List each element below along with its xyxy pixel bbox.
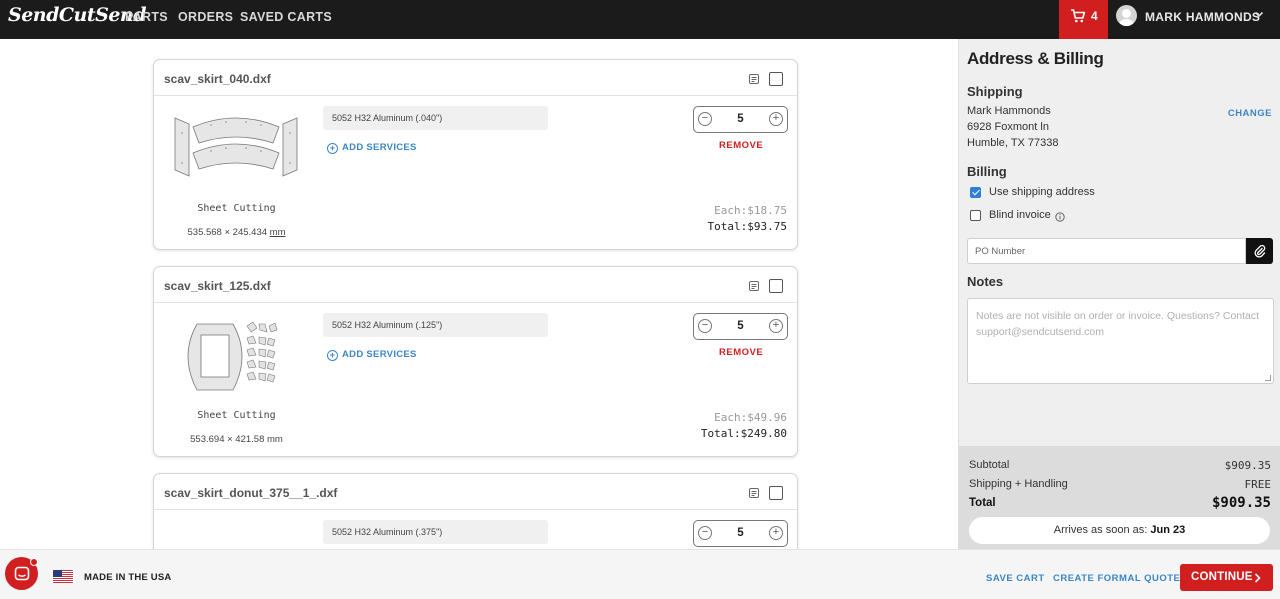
plus-circle-icon: + [327, 350, 338, 361]
billing-heading: Billing [967, 164, 1007, 179]
use-shipping-address-label[interactable]: Use shipping address [989, 186, 1095, 198]
address-name: Mark Hammonds [967, 105, 1051, 117]
add-services-button[interactable]: + ADD SERVICES [327, 349, 417, 361]
shipping-label: Shipping + Handling [969, 478, 1068, 490]
continue-label: CONTINUE [1191, 571, 1253, 583]
nav-saved-carts[interactable]: SAVED CARTS [240, 10, 332, 24]
quantity-stepper[interactable]: − 5 + [693, 520, 788, 547]
change-address-link[interactable]: CHANGE [1228, 108, 1272, 119]
subtotal-label: Subtotal [969, 459, 1010, 471]
divider [154, 95, 797, 96]
process-label: Sheet Cutting [197, 410, 276, 421]
part-preview-image[interactable] [171, 113, 301, 188]
cart-icon [1071, 9, 1086, 23]
avatar[interactable] [1116, 5, 1137, 26]
remove-button[interactable]: REMOVE [719, 347, 763, 358]
price-each: Each:$18.75 [714, 204, 787, 217]
part-filename[interactable]: scav_skirt_donut_375__1_.dxf [164, 486, 337, 500]
cart-button[interactable]: 4 [1059, 0, 1108, 39]
unit-toggle[interactable]: mm [270, 227, 286, 238]
material-select[interactable]: 5052 H32 Aluminum (.040") [323, 106, 548, 130]
document-icon[interactable] [748, 280, 760, 292]
nav-parts[interactable]: PARTS [125, 10, 168, 24]
top-navbar: SendCutSend PARTS ORDERS SAVED CARTS 4 M… [0, 0, 1280, 39]
total-label: Total [969, 497, 996, 509]
remove-button[interactable]: REMOVE [719, 140, 763, 151]
cart-item-card: scav_skirt_125.dxf Sheet Cutting 553.694… [153, 266, 798, 457]
add-services-label: ADD SERVICES [342, 142, 417, 153]
process-label: Sheet Cutting [197, 203, 276, 214]
increase-quantity-button[interactable]: + [769, 112, 783, 126]
us-flag-icon [53, 570, 73, 583]
quantity-stepper[interactable]: − 5 + [693, 106, 788, 133]
select-part-checkbox[interactable] [769, 279, 783, 293]
part-dimensions: 535.568 × 245.434 mm [154, 227, 319, 238]
select-part-checkbox[interactable] [769, 72, 783, 86]
subtotal-value: $909.35 [1224, 459, 1271, 472]
notes-placeholder: Notes are not visible on order or invoic… [976, 310, 1260, 338]
cart-count-badge: 4 [1091, 9, 1098, 23]
increase-quantity-button[interactable]: + [769, 526, 783, 540]
subtotal-row: Subtotal $909.35 [969, 459, 1271, 472]
increase-quantity-button[interactable]: + [769, 319, 783, 333]
address-billing-panel: Address & Billing Shipping Mark Hammonds… [958, 39, 1280, 549]
material-select[interactable]: 5052 H32 Aluminum (.125") [323, 313, 548, 337]
chat-icon [14, 566, 30, 581]
use-shipping-address-checkbox[interactable] [970, 187, 981, 198]
arrives-label: Arrives as soon as: [1053, 524, 1148, 536]
price-total: Total:$249.80 [700, 427, 787, 440]
blind-invoice-label[interactable]: Blind invoice [989, 209, 1051, 221]
part-filename[interactable]: scav_skirt_125.dxf [164, 279, 271, 293]
divider [154, 302, 797, 303]
user-menu-label[interactable]: MARK HAMMONDS [1145, 10, 1260, 24]
notes-heading: Notes [967, 274, 1004, 289]
order-summary: Subtotal $909.35 Shipping + Handling FRE… [959, 446, 1280, 549]
part-filename[interactable]: scav_skirt_040.dxf [164, 72, 271, 86]
chevron-right-icon [1254, 573, 1261, 583]
shipping-row: Shipping + Handling FREE [969, 478, 1272, 491]
total-value: $909.35 [1211, 495, 1271, 511]
dimension-values: 535.568 × 245.434 [187, 227, 268, 238]
arrival-estimate: Arrives as soon as: Jun 23 [969, 517, 1270, 544]
create-formal-quote-link[interactable]: CREATE FORMAL QUOTE [1053, 573, 1180, 584]
part-dimensions: 553.694 × 421.58 mm [190, 434, 283, 445]
po-number-input[interactable]: PO Number [967, 238, 1246, 264]
shipping-heading: Shipping [967, 84, 1023, 99]
paperclip-icon [1254, 244, 1266, 258]
document-icon[interactable] [748, 73, 760, 85]
select-part-checkbox[interactable] [769, 486, 783, 500]
total-row: Total $909.35 [969, 495, 1271, 511]
panel-title: Address & Billing [967, 49, 1104, 68]
made-in-usa-label: MADE IN THE USA [84, 572, 172, 583]
add-services-label: ADD SERVICES [342, 349, 417, 360]
chevron-down-icon[interactable] [1253, 8, 1265, 20]
arrives-date: Jun 23 [1150, 524, 1186, 536]
quantity-stepper[interactable]: − 5 + [693, 313, 788, 340]
notes-textarea[interactable]: Notes are not visible on order or invoic… [967, 298, 1274, 384]
document-icon[interactable] [748, 487, 760, 499]
divider [154, 509, 797, 510]
resize-handle[interactable] [1265, 375, 1271, 381]
material-select[interactable]: 5052 H32 Aluminum (.375") [323, 520, 548, 544]
blind-invoice-checkbox[interactable] [970, 210, 981, 221]
address-city: Humble, TX 77338 [967, 137, 1059, 149]
add-services-button[interactable]: + ADD SERVICES [327, 142, 417, 154]
info-icon[interactable] [1055, 212, 1065, 222]
address-street: 6928 Foxmont ln [967, 121, 1049, 133]
footer-bar: MADE IN THE USA SAVE CART CREATE FORMAL … [0, 549, 1280, 599]
notification-dot [30, 558, 38, 566]
cart-item-card: scav_skirt_040.dxf Sheet Cutting 535.568… [153, 59, 798, 250]
part-preview-image[interactable] [171, 320, 301, 395]
price-each: Each:$49.96 [714, 411, 787, 424]
save-cart-link[interactable]: SAVE CART [986, 573, 1045, 584]
price-total: Total:$93.75 [707, 220, 787, 233]
nav-orders[interactable]: ORDERS [178, 10, 233, 24]
plus-circle-icon: + [327, 143, 338, 154]
attach-po-button[interactable] [1246, 238, 1273, 264]
continue-button[interactable]: CONTINUE [1180, 564, 1273, 591]
shipping-value: FREE [1244, 478, 1272, 491]
